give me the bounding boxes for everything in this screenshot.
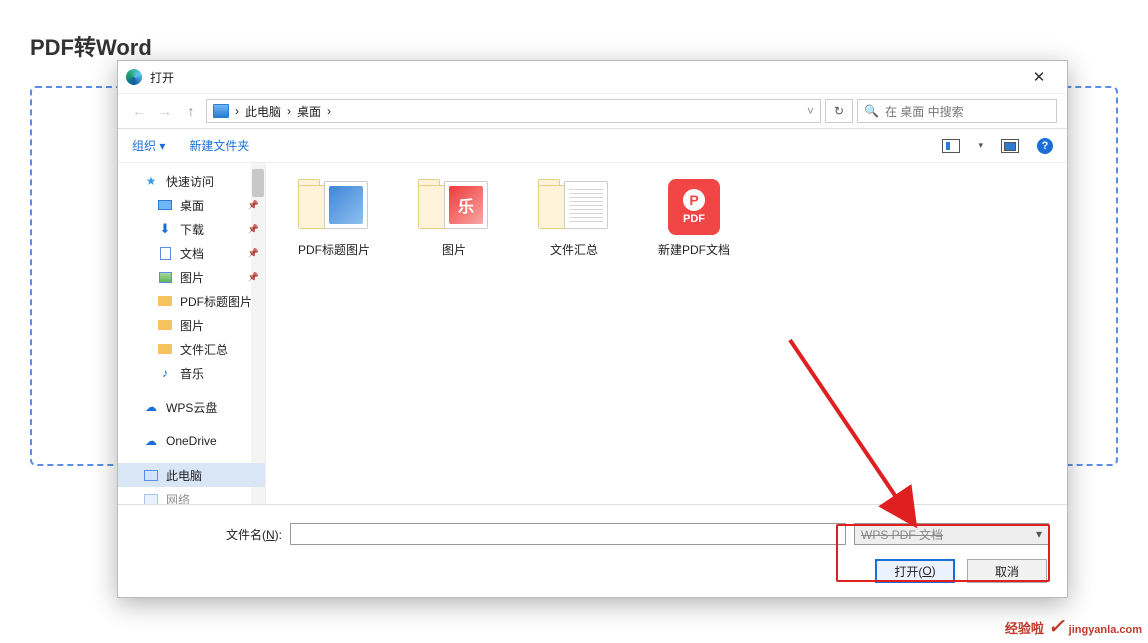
open-button[interactable]: 打开(O) [875,559,955,583]
new-folder-button[interactable]: 新建文件夹 [189,137,249,154]
sidebar-item-label: 图片 [180,317,204,334]
sidebar-item-downloads[interactable]: ⬇ 下载 [118,217,265,241]
sidebar-item-network[interactable]: 网络 [118,487,265,504]
network-icon [144,492,158,504]
file-item-pdf[interactable]: P PDF 新建PDF文档 [646,179,742,259]
nav-up-button[interactable]: ↑ [180,100,202,122]
sidebar-item-folder[interactable]: 图片 [118,313,265,337]
sidebar-item-quick-access[interactable]: ★ 快速访问 [118,169,265,193]
arrow-right-icon: → [158,103,172,119]
search-placeholder: 在 桌面 中搜索 [885,103,964,120]
sidebar-item-desktop[interactable]: 桌面 [118,193,265,217]
sidebar-item-folder[interactable]: 文件汇总 [118,337,265,361]
cloud-icon: ☁ [144,400,158,414]
sidebar-item-this-pc[interactable]: 此电脑 [118,463,265,487]
breadcrumb-dropdown-icon[interactable]: ˅ [807,104,814,118]
download-icon: ⬇ [158,222,172,236]
sidebar-item-label: 文档 [180,245,204,262]
folder-icon [298,179,370,235]
filename-label: 文件名(N): [136,526,282,543]
pdf-icon: P PDF [668,179,720,235]
page-title: PDF转Word [30,30,1118,62]
file-label: 文件汇总 [550,243,598,259]
file-item-folder[interactable]: 乐 图片 [406,179,502,259]
filename-input[interactable] [290,523,846,545]
star-icon: ★ [144,174,158,188]
document-icon [158,246,172,260]
image-icon [158,270,172,284]
search-icon: 🔍 [864,104,879,118]
arrow-up-icon: ↑ [188,103,195,119]
file-list: PDF标题图片 乐 图片 文件汇总 P PDF [266,163,1067,504]
pc-icon [213,104,229,118]
chevron-down-icon: ▾ [159,139,165,153]
nav-row: ← → ↑ › 此电脑 › 桌面 › ˅ ↻ 🔍 在 桌面 中搜索 [118,93,1067,129]
dialog-titlebar: 打开 ✕ [118,61,1067,93]
file-label: 新建PDF文档 [658,243,730,259]
sidebar-item-documents[interactable]: 文档 [118,241,265,265]
file-label: PDF标题图片 [298,243,370,259]
nav-forward-button[interactable]: → [154,100,176,122]
sidebar-item-pictures[interactable]: 图片 [118,265,265,289]
file-item-folder[interactable]: PDF标题图片 [286,179,382,259]
dialog-title: 打开 [150,69,174,86]
breadcrumb[interactable]: › 此电脑 › 桌面 › ˅ [206,99,821,123]
sidebar-item-label: 此电脑 [166,467,202,484]
edge-icon [126,69,142,85]
watermark: 经验啦 ✓ jingyanla.com [1005,614,1142,639]
sidebar-item-label: 快速访问 [166,173,214,190]
chevron-right-icon: › [235,104,239,118]
file-item-folder[interactable]: 文件汇总 [526,179,622,259]
sidebar-item-label: 图片 [180,269,204,286]
sidebar-item-label: 下载 [180,221,204,238]
close-button[interactable]: ✕ [1019,63,1059,91]
sidebar-item-label: WPS云盘 [166,399,217,416]
check-icon: ✓ [1048,614,1065,639]
sidebar-item-label: 网络 [166,491,190,505]
breadcrumb-root[interactable]: 此电脑 [245,103,281,120]
music-icon: ♪ [158,366,172,380]
sidebar-item-music[interactable]: ♪ 音乐 [118,361,265,385]
search-input[interactable]: 🔍 在 桌面 中搜索 [857,99,1057,123]
sidebar-item-onedrive[interactable]: ☁ OneDrive [118,429,265,453]
cloud-icon: ☁ [144,434,158,448]
desktop-icon [158,198,172,212]
file-label: 图片 [442,243,466,259]
help-icon[interactable]: ? [1037,138,1053,154]
chevron-right-icon: › [327,104,331,118]
toolbar: 组织 ▾ 新建文件夹 ▾ ? [118,129,1067,163]
sidebar-item-label: 桌面 [180,197,204,214]
sidebar: ★ 快速访问 桌面 ⬇ 下载 文档 图片 PDF标题图片 [118,163,266,504]
filetype-value: WPS PDF 文档 [861,526,943,543]
folder-icon: 乐 [418,179,490,235]
chevron-right-icon: › [287,104,291,118]
breadcrumb-location[interactable]: 桌面 [297,103,321,120]
dialog-footer: 文件名(N): WPS PDF 文档 打开(O) 取消 [118,504,1067,597]
sidebar-item-label: 文件汇总 [180,341,228,358]
folder-icon [158,294,172,308]
cancel-button[interactable]: 取消 [967,559,1047,583]
refresh-button[interactable]: ↻ [825,99,853,123]
filetype-select[interactable]: WPS PDF 文档 [854,523,1049,545]
folder-icon [538,179,610,235]
sidebar-item-label: PDF标题图片 [180,293,252,310]
close-icon: ✕ [1033,68,1046,86]
arrow-left-icon: ← [132,103,146,119]
sidebar-item-label: 音乐 [180,365,204,382]
nav-back-button[interactable]: ← [128,100,150,122]
sidebar-item-label: OneDrive [166,434,217,448]
organize-menu[interactable]: 组织 ▾ [132,137,165,154]
folder-icon [158,342,172,356]
sidebar-item-folder[interactable]: PDF标题图片 [118,289,265,313]
refresh-icon: ↻ [834,104,844,118]
pc-icon [144,468,158,482]
folder-icon [158,318,172,332]
file-open-dialog: 打开 ✕ ← → ↑ › 此电脑 › 桌面 › ˅ ↻ 🔍 在 桌面 中搜索 [117,60,1068,598]
view-layout-button[interactable] [1001,139,1019,153]
chevron-down-icon[interactable]: ▾ [978,140,983,151]
sidebar-item-wps-cloud[interactable]: ☁ WPS云盘 [118,395,265,419]
view-preview-button[interactable] [942,139,960,153]
